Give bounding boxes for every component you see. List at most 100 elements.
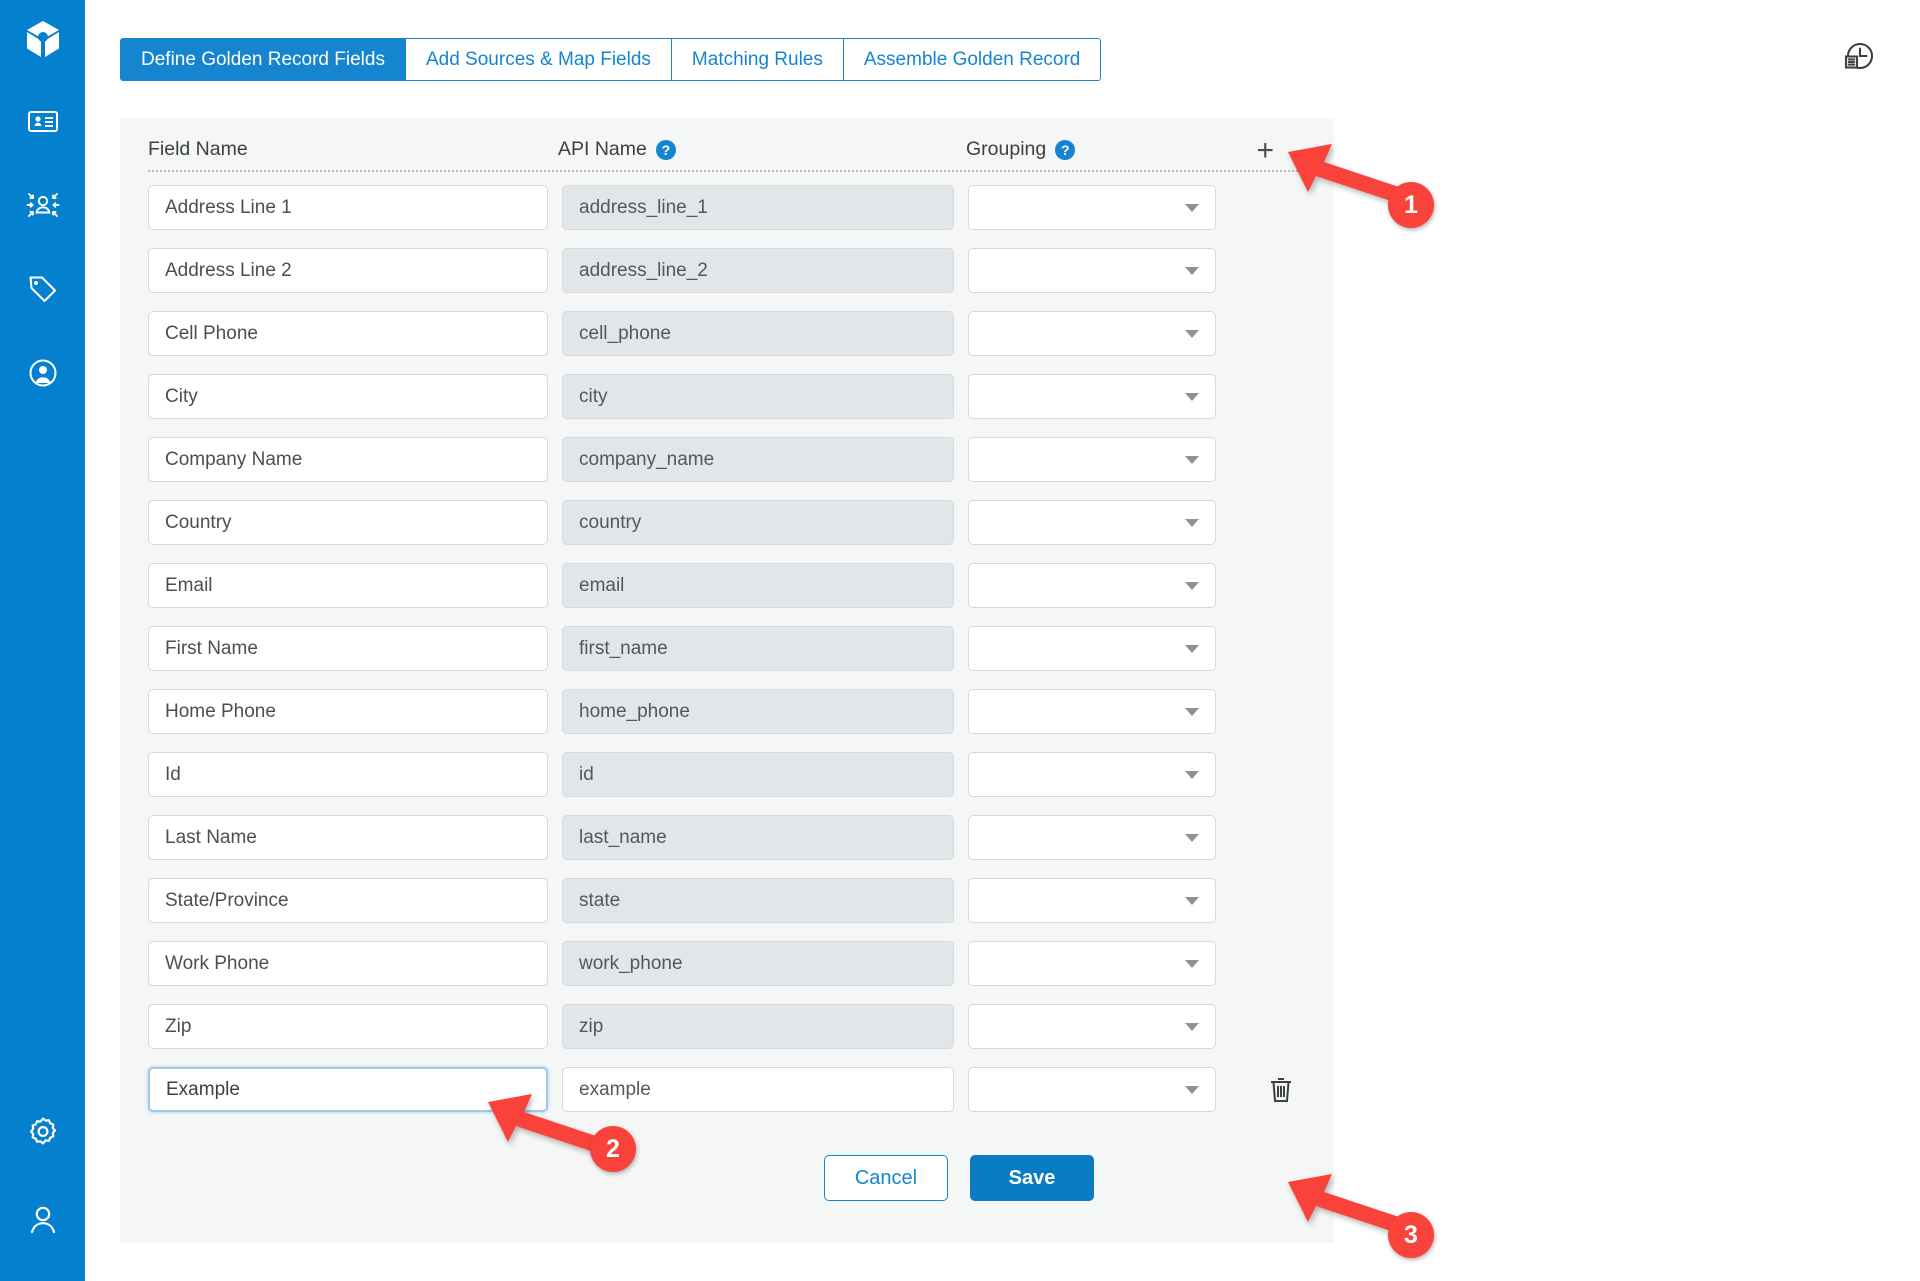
help-icon-grouping[interactable]: ? xyxy=(1055,139,1076,160)
help-icon-api-name[interactable]: ? xyxy=(655,139,676,160)
field-name-input[interactable]: Zip xyxy=(148,1004,548,1049)
api-name-input: company_name xyxy=(562,437,954,482)
api-name-input: country xyxy=(562,500,954,545)
table-row: Last Name last_name xyxy=(148,812,1306,863)
grouping-select[interactable] xyxy=(968,374,1216,419)
api-name-input: id xyxy=(562,752,954,797)
chevron-down-icon xyxy=(1185,833,1199,842)
chevron-down-icon xyxy=(1185,203,1199,212)
api-name-input: first_name xyxy=(562,626,954,671)
grouping-select[interactable] xyxy=(968,941,1216,986)
sidebar xyxy=(0,0,85,1281)
column-header-field-name: Field Name xyxy=(148,138,558,170)
gear-icon xyxy=(25,1114,61,1150)
field-name-input[interactable]: Cell Phone xyxy=(148,311,548,356)
column-header-api-name-label: API Name xyxy=(558,138,647,160)
api-name-input: work_phone xyxy=(562,941,954,986)
table-row: Email email xyxy=(148,560,1306,611)
table-row: Id id xyxy=(148,749,1306,800)
annotation-badge-1: 1 xyxy=(1388,182,1434,228)
add-row-button[interactable]: + xyxy=(1256,136,1274,166)
history-clock-icon xyxy=(1840,38,1878,81)
api-name-input: last_name xyxy=(562,815,954,860)
chevron-down-icon xyxy=(1185,896,1199,905)
field-name-input[interactable]: Id xyxy=(148,752,548,797)
field-name-input[interactable]: Last Name xyxy=(148,815,548,860)
grouping-select[interactable] xyxy=(968,437,1216,482)
cancel-button[interactable]: Cancel xyxy=(824,1155,948,1201)
grouping-select[interactable] xyxy=(968,752,1216,797)
api-name-input: home_phone xyxy=(562,689,954,734)
grouping-select[interactable] xyxy=(968,626,1216,671)
field-name-input[interactable]: State/Province xyxy=(148,878,548,923)
api-name-input: email xyxy=(562,563,954,608)
chevron-down-icon xyxy=(1185,959,1199,968)
grouping-select[interactable] xyxy=(968,1067,1216,1112)
table-row: City city xyxy=(148,371,1306,422)
chevron-down-icon xyxy=(1185,1022,1199,1031)
chevron-down-icon xyxy=(1185,770,1199,779)
chevron-down-icon xyxy=(1185,392,1199,401)
sidebar-item-contacts[interactable] xyxy=(20,98,66,144)
api-name-input: zip xyxy=(562,1004,954,1049)
sidebar-item-person-search[interactable] xyxy=(20,350,66,396)
chevron-down-icon xyxy=(1185,518,1199,527)
api-name-input: city xyxy=(562,374,954,419)
person-search-icon xyxy=(26,356,60,390)
tab-bar: Define Golden Record Fields Add Sources … xyxy=(120,38,1102,81)
grouping-select[interactable] xyxy=(968,563,1216,608)
column-header-api-name: API Name ? xyxy=(558,138,966,170)
api-name-input[interactable]: example xyxy=(562,1067,954,1112)
field-name-input[interactable]: City xyxy=(148,374,548,419)
api-name-input: cell_phone xyxy=(562,311,954,356)
fields-panel: Field Name API Name ? Grouping ? + Addre… xyxy=(120,118,1334,1243)
grouping-select[interactable] xyxy=(968,1004,1216,1049)
tab-add-sources-map-fields[interactable]: Add Sources & Map Fields xyxy=(405,39,672,80)
save-button[interactable]: Save xyxy=(970,1155,1094,1201)
field-name-input[interactable]: Home Phone xyxy=(148,689,548,734)
api-name-input: address_line_2 xyxy=(562,248,954,293)
grouping-select[interactable] xyxy=(968,878,1216,923)
field-name-input[interactable]: First Name xyxy=(148,626,548,671)
column-header-field-name-label: Field Name xyxy=(148,138,248,160)
table-row: Example example xyxy=(148,1064,1306,1115)
grouping-select[interactable] xyxy=(968,815,1216,860)
column-header-grouping-label: Grouping xyxy=(966,138,1047,160)
delete-row-button[interactable] xyxy=(1268,1076,1294,1104)
sidebar-item-account[interactable] xyxy=(20,1197,66,1243)
column-header-grouping: Grouping ? xyxy=(966,138,1226,170)
table-header: Field Name API Name ? Grouping ? + xyxy=(148,118,1306,172)
grouping-select[interactable] xyxy=(968,248,1216,293)
field-name-input[interactable]: Work Phone xyxy=(148,941,548,986)
field-name-input[interactable]: Address Line 1 xyxy=(148,185,548,230)
chevron-down-icon xyxy=(1185,329,1199,338)
chevron-down-icon xyxy=(1185,581,1199,590)
grouping-select[interactable] xyxy=(968,500,1216,545)
table-row: Address Line 1 address_line_1 xyxy=(148,182,1306,233)
table-row: Country country xyxy=(148,497,1306,548)
sidebar-item-match[interactable] xyxy=(20,182,66,228)
api-name-input: state xyxy=(562,878,954,923)
tab-matching-rules[interactable]: Matching Rules xyxy=(671,39,844,80)
grouping-select[interactable] xyxy=(968,689,1216,734)
history-button[interactable] xyxy=(1838,38,1880,80)
table-row: Company Name company_name xyxy=(148,434,1306,485)
grouping-select[interactable] xyxy=(968,311,1216,356)
annotation-badge-3: 3 xyxy=(1388,1212,1434,1258)
sidebar-item-tags[interactable] xyxy=(20,266,66,312)
grouping-select[interactable] xyxy=(968,185,1216,230)
contact-card-icon xyxy=(26,104,60,138)
sidebar-item-settings[interactable] xyxy=(20,1109,66,1155)
table-row: Address Line 2 address_line_2 xyxy=(148,245,1306,296)
tab-define-golden-record-fields[interactable]: Define Golden Record Fields xyxy=(121,39,406,80)
chevron-down-icon xyxy=(1185,707,1199,716)
cube-logo-icon[interactable] xyxy=(20,16,66,62)
field-name-input[interactable]: Address Line 2 xyxy=(148,248,548,293)
field-name-input[interactable]: Company Name xyxy=(148,437,548,482)
field-name-input[interactable]: Country xyxy=(148,500,548,545)
tab-assemble-golden-record[interactable]: Assemble Golden Record xyxy=(843,39,1101,80)
field-name-input[interactable]: Email xyxy=(148,563,548,608)
table-row: State/Province state xyxy=(148,875,1306,926)
fields-table-body: Address Line 1 address_line_1 Address Line… xyxy=(120,172,1334,1115)
tag-icon xyxy=(26,272,60,306)
